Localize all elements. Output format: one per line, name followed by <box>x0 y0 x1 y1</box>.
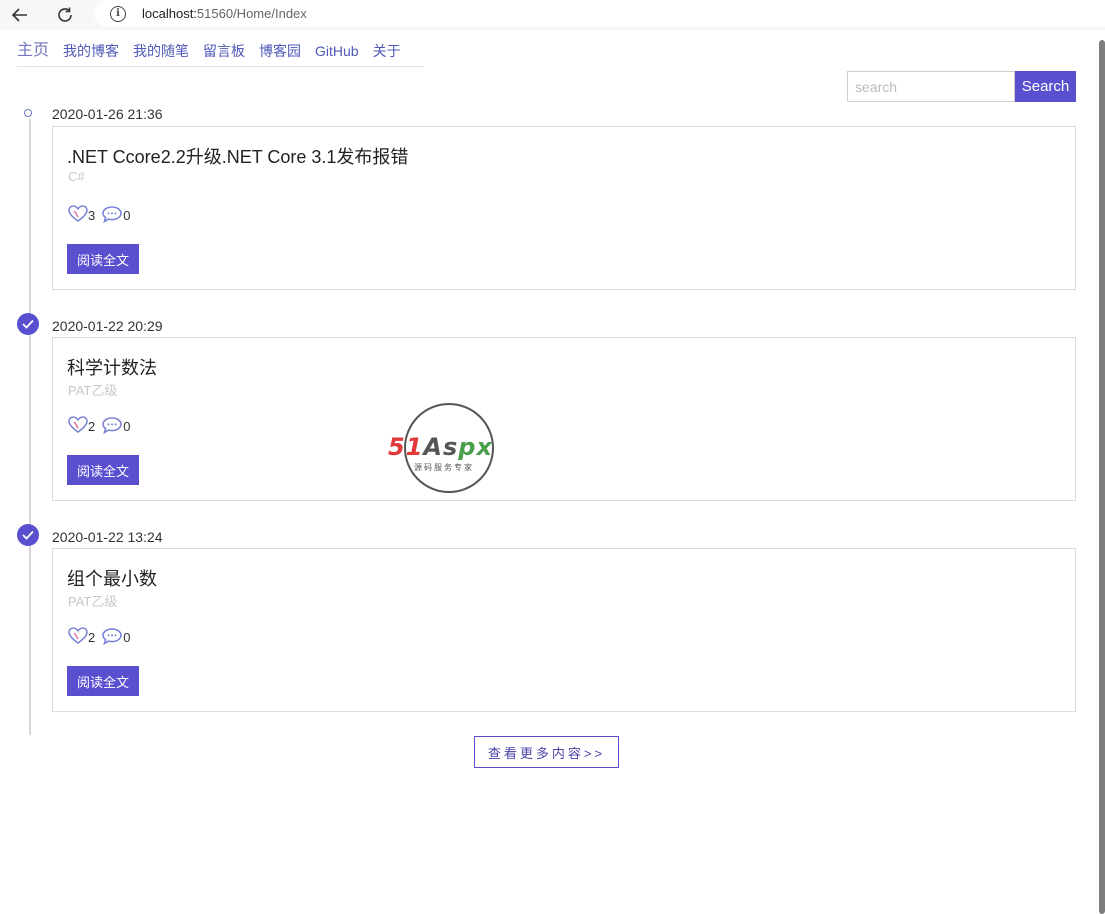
page-content: 主页 我的博客 我的随笔 留言板 博客园 GitHub 关于 Search 20… <box>0 33 1100 914</box>
post-card: .NET Ccore2.2升级.NET Core 3.1发布报错 C# 3 0 … <box>52 126 1076 290</box>
like-count: 2 <box>88 419 96 434</box>
post-card: 科学计数法 PAT乙级 2 0 阅读全文 <box>52 337 1076 501</box>
post-category: PAT乙级 <box>68 594 118 609</box>
watermark-subtitle: 源码服务专家 <box>414 463 474 472</box>
post-date: 2020-01-22 20:29 <box>52 318 163 334</box>
nav-my-blog[interactable]: 我的博客 <box>63 39 119 63</box>
watermark-logo-text: 51Aspx <box>388 433 493 461</box>
comment-count: 0 <box>123 630 131 645</box>
nav-about[interactable]: 关于 <box>373 39 401 63</box>
search-button[interactable]: Search <box>1015 71 1076 102</box>
search-bar: Search <box>847 71 1076 102</box>
search-input[interactable] <box>847 71 1015 102</box>
post-card: 组个最小数 PAT乙级 2 0 阅读全文 <box>52 548 1076 712</box>
comment-count: 0 <box>123 208 131 223</box>
scrollbar[interactable] <box>1099 40 1105 914</box>
like-count: 2 <box>88 630 96 645</box>
nav-message-board[interactable]: 留言板 <box>203 39 245 63</box>
check-circle-icon <box>17 313 39 335</box>
post-stats: 2 0 <box>68 627 136 645</box>
address-bar[interactable]: i localhost:51560/Home/Index <box>94 0 1105 27</box>
comment-icon[interactable] <box>101 416 123 434</box>
comment-count: 0 <box>123 419 131 434</box>
timeline-dot-icon <box>24 109 32 117</box>
comment-icon[interactable] <box>101 205 123 223</box>
post-title[interactable]: .NET Ccore2.2升级.NET Core 3.1发布报错 <box>67 143 408 169</box>
nav-home[interactable]: 主页 <box>17 39 49 63</box>
site-info-icon[interactable]: i <box>110 5 126 22</box>
read-more-button[interactable]: 阅读全文 <box>67 666 139 696</box>
back-arrow-icon[interactable] <box>8 3 32 27</box>
nav-github[interactable]: GitHub <box>315 39 359 63</box>
post-stats: 2 0 <box>68 416 136 434</box>
post-category: C# <box>68 169 85 184</box>
top-navigation: 主页 我的博客 我的随笔 留言板 博客园 GitHub 关于 <box>17 39 424 67</box>
post-category: PAT乙级 <box>68 383 118 398</box>
post-date: 2020-01-26 21:36 <box>52 106 163 122</box>
heart-icon[interactable] <box>68 416 88 434</box>
url-text: localhost:51560/Home/Index <box>142 6 307 21</box>
read-more-button[interactable]: 阅读全文 <box>67 244 139 274</box>
like-count: 3 <box>88 208 96 223</box>
browser-toolbar: i localhost:51560/Home/Index <box>0 0 1105 30</box>
check-circle-icon <box>17 524 39 546</box>
heart-icon[interactable] <box>68 205 88 223</box>
heart-icon[interactable] <box>68 627 88 645</box>
timeline-line <box>29 119 31 735</box>
load-more-button[interactable]: 查看更多内容>> <box>474 736 619 768</box>
read-more-button[interactable]: 阅读全文 <box>67 455 139 485</box>
post-title[interactable]: 科学计数法 <box>67 354 157 380</box>
post-date: 2020-01-22 13:24 <box>52 529 163 545</box>
comment-icon[interactable] <box>101 627 123 645</box>
nav-cnblogs[interactable]: 博客园 <box>259 39 301 63</box>
reload-icon[interactable] <box>53 3 77 27</box>
post-stats: 3 0 <box>68 205 136 223</box>
watermark-logo: 51Aspx 源码服务专家 <box>388 403 512 493</box>
nav-my-essays[interactable]: 我的随笔 <box>133 39 189 63</box>
post-title[interactable]: 组个最小数 <box>67 565 157 591</box>
